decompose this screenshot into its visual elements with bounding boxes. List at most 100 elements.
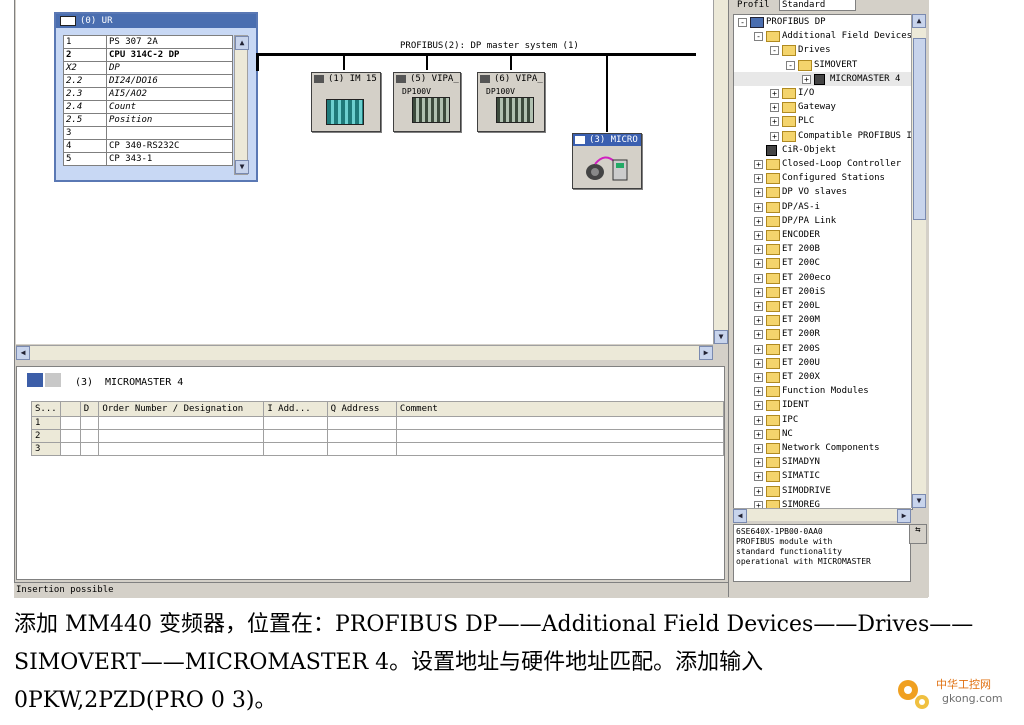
- rack-slot-row[interactable]: X2 DP: [63, 61, 233, 75]
- table-cell[interactable]: [79, 416, 100, 430]
- collapse-icon[interactable]: -: [754, 32, 763, 42]
- tree-item[interactable]: - Additional Field Devices: [734, 29, 912, 43]
- expand-icon[interactable]: +: [754, 302, 763, 311]
- expand-icon[interactable]: +: [754, 273, 763, 283]
- table-row[interactable]: 1: [31, 416, 725, 430]
- profile-dropdown[interactable]: Standard: [778, 0, 857, 11]
- table-cell[interactable]: [59, 442, 81, 456]
- expand-icon[interactable]: +: [754, 344, 763, 354]
- expand-icon[interactable]: +: [770, 117, 779, 127]
- tree-item[interactable]: + SIMATIC: [734, 469, 912, 483]
- table-cell[interactable]: [98, 416, 265, 430]
- expand-icon[interactable]: +: [754, 174, 763, 184]
- tree-item[interactable]: + DP/AS-i: [734, 200, 912, 214]
- tree-item[interactable]: + ET 200L: [734, 299, 912, 313]
- forward-arrow-icon[interactable]: [45, 373, 61, 387]
- table-cell[interactable]: [98, 429, 265, 443]
- expand-icon[interactable]: +: [754, 358, 763, 368]
- info-toggle-icon[interactable]: ⇆: [909, 524, 927, 544]
- tree-item[interactable]: + Function Modules: [734, 384, 912, 398]
- column-header[interactable]: [59, 401, 81, 417]
- catalog-tree[interactable]: - PROFIBUS DP - Additional Field Devices - Dr…: [733, 14, 913, 510]
- expand-icon[interactable]: +: [754, 160, 763, 169]
- tree-item[interactable]: + ET 200B: [734, 242, 912, 256]
- table-cell[interactable]: [79, 429, 100, 443]
- rack-slot-row[interactable]: 4 CP 340-RS232C: [63, 139, 233, 153]
- rack-slot-row[interactable]: 2.3 AI5/AO2: [63, 87, 233, 101]
- rack-scroll-down-icon[interactable]: ▼: [235, 160, 249, 174]
- tree-item[interactable]: + DP VO slaves: [734, 185, 912, 199]
- tree-item[interactable]: + DP/PA Link: [734, 214, 912, 228]
- table-cell[interactable]: [263, 442, 328, 456]
- tree-item[interactable]: - SIMOVERT: [734, 58, 912, 72]
- collapse-icon[interactable]: -: [770, 46, 779, 56]
- expand-icon[interactable]: +: [754, 245, 763, 255]
- expand-icon[interactable]: +: [754, 373, 763, 382]
- tree-horizontal-scrollbar[interactable]: ◀ ▶: [733, 508, 911, 523]
- scroll-down-icon[interactable]: ▼: [714, 330, 728, 344]
- expand-icon[interactable]: +: [754, 429, 763, 439]
- table-cell[interactable]: [59, 416, 81, 430]
- column-header[interactable]: Order Number / Designation: [98, 401, 265, 417]
- table-cell[interactable]: [98, 442, 265, 456]
- tree-item[interactable]: + ET 200iS: [734, 285, 912, 299]
- expand-icon[interactable]: +: [754, 415, 763, 425]
- tree-item[interactable]: + Gateway: [734, 100, 912, 114]
- tree-item[interactable]: + SIMODRIVE: [734, 484, 912, 498]
- network-canvas[interactable]: (0) UR 1 PS 307 2A 2 CPU 314C-2 DP X2 DP 2.2 DI…: [16, 0, 714, 344]
- tree-item[interactable]: + ET 200M: [734, 313, 912, 327]
- table-cell[interactable]: [326, 442, 397, 456]
- scroll-down-icon[interactable]: ▼: [912, 494, 926, 508]
- expand-icon[interactable]: +: [754, 188, 763, 198]
- profile-selector[interactable]: Profil Standard: [737, 0, 927, 11]
- expand-icon[interactable]: +: [754, 316, 763, 326]
- column-header[interactable]: D: [79, 401, 100, 417]
- expand-icon[interactable]: +: [754, 458, 763, 468]
- expand-icon[interactable]: +: [754, 472, 763, 482]
- tree-item[interactable]: + Compatible PROFIBUS I: [734, 129, 912, 143]
- slave-node-vipa-5[interactable]: (5) VIPA_ DP100V: [393, 72, 461, 132]
- expand-icon[interactable]: +: [802, 74, 811, 84]
- expand-icon[interactable]: +: [770, 103, 779, 113]
- expand-icon[interactable]: +: [754, 216, 763, 226]
- tree-item[interactable]: - Drives: [734, 43, 912, 57]
- table-cell[interactable]: [263, 429, 328, 443]
- table-cell[interactable]: [263, 416, 328, 430]
- table-row[interactable]: 3: [31, 442, 725, 456]
- station-rack[interactable]: (0) UR 1 PS 307 2A 2 CPU 314C-2 DP X2 DP 2.2 DI…: [54, 12, 258, 182]
- rack-scrollbar[interactable]: ▲ ▼: [234, 35, 249, 175]
- tree-item[interactable]: + ET 200R: [734, 327, 912, 341]
- tree-item[interactable]: + I/O: [734, 86, 912, 100]
- scroll-thumb[interactable]: [913, 38, 926, 220]
- scroll-left-icon[interactable]: ◀: [733, 509, 747, 523]
- expand-icon[interactable]: +: [754, 387, 763, 397]
- expand-icon[interactable]: +: [754, 330, 763, 340]
- column-header[interactable]: I Add...: [263, 401, 328, 417]
- tree-item[interactable]: + ET 200U: [734, 356, 912, 370]
- table-cell[interactable]: [326, 429, 397, 443]
- tree-item[interactable]: + NC: [734, 427, 912, 441]
- expand-icon[interactable]: +: [754, 401, 763, 411]
- rack-slot-row[interactable]: 2.4 Count: [63, 100, 233, 114]
- tree-item[interactable]: + ET 200eco: [734, 271, 912, 285]
- expand-icon[interactable]: +: [754, 231, 763, 240]
- expand-icon[interactable]: +: [754, 259, 763, 269]
- scroll-right-icon[interactable]: ▶: [699, 346, 713, 360]
- expand-icon[interactable]: +: [754, 202, 763, 212]
- tree-item[interactable]: + ET 200X: [734, 370, 912, 384]
- tree-item[interactable]: + ET 200S: [734, 342, 912, 356]
- tree-item[interactable]: + SIMADYN: [734, 455, 912, 469]
- slave-node-vipa-6[interactable]: (6) VIPA_ DP100V: [477, 72, 545, 132]
- canvas-vertical-scrollbar[interactable]: ▼: [713, 0, 728, 344]
- scroll-right-icon[interactable]: ▶: [897, 509, 911, 523]
- rack-slot-row[interactable]: 5 CP 343-1: [63, 152, 233, 166]
- column-header[interactable]: Comment: [395, 401, 725, 417]
- tree-item[interactable]: + ET 200C: [734, 256, 912, 270]
- collapse-icon[interactable]: -: [738, 18, 747, 27]
- table-cell[interactable]: [326, 416, 397, 430]
- scroll-up-icon[interactable]: ▲: [912, 14, 926, 28]
- table-cell[interactable]: [395, 442, 725, 456]
- rack-slot-row[interactable]: 2.2 DI24/DO16: [63, 74, 233, 88]
- expand-icon[interactable]: +: [754, 444, 763, 453]
- column-header[interactable]: Q Address: [326, 401, 397, 417]
